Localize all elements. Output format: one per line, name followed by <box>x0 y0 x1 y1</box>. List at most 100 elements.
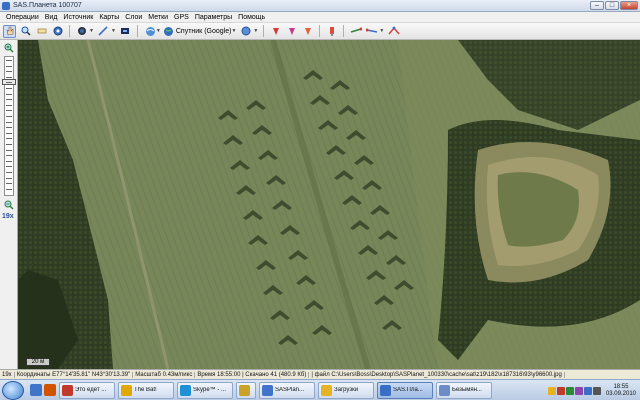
taskbar-item[interactable]: Skype™ - ... <box>177 381 233 399</box>
gps-track-button[interactable] <box>349 25 362 38</box>
menu-settings[interactable]: Параметры <box>195 14 232 21</box>
clock-time: 18:55 <box>613 383 629 390</box>
taskbar-item-active[interactable]: SAS.Пла... <box>377 381 433 399</box>
close-button[interactable]: × <box>620 1 638 10</box>
dropdown-arrow-icon[interactable]: ▼ <box>379 28 384 34</box>
status-scale: Масштаб 0.43м/пикс <box>133 371 196 378</box>
the-bat-icon <box>121 384 132 396</box>
menu-view[interactable]: Вид <box>45 14 58 21</box>
tray-icon[interactable] <box>547 386 556 395</box>
globe-icon <box>163 26 173 36</box>
zoom-tick <box>6 104 12 106</box>
zoom-tick <box>6 82 12 84</box>
status-bar: 19x Координаты E77°14'35.81" N43°30'13.3… <box>0 369 640 379</box>
satellite-imagery[interactable] <box>18 40 640 369</box>
minimize-button[interactable]: – <box>590 1 604 10</box>
gps-settings-icon <box>388 26 400 35</box>
show-desktop-icon[interactable] <box>30 384 42 396</box>
zoom-tick <box>6 144 12 145</box>
zoom-tick <box>6 155 12 157</box>
start-button[interactable] <box>2 380 24 400</box>
title-bar: SAS.Планета 100707 – □ × <box>0 0 640 12</box>
toolbar-separator <box>343 25 345 37</box>
zoom-tool-button[interactable] <box>19 25 32 38</box>
tray-icon[interactable] <box>574 386 583 395</box>
line-tool-button[interactable] <box>97 25 110 38</box>
zoom-tick <box>6 160 12 162</box>
zoom-level-label: 19x <box>2 213 14 220</box>
paint-icon <box>439 384 450 396</box>
gps-track-icon <box>350 27 362 33</box>
window-controls: – □ × <box>590 1 638 10</box>
maximize-button[interactable]: □ <box>605 1 619 10</box>
menu-maps[interactable]: Карты <box>99 14 119 21</box>
menu-help[interactable]: Помощь <box>238 14 265 21</box>
taskbar: Это едет ... The Bat! Skype™ - ... SASPl… <box>0 379 640 400</box>
zoom-tick <box>6 60 12 61</box>
volume-icon[interactable] <box>592 386 601 395</box>
tray-icon[interactable] <box>565 386 574 395</box>
move-tool-button[interactable] <box>3 24 16 38</box>
zoom-tick <box>6 88 12 89</box>
menu-source[interactable]: Источник <box>63 14 93 21</box>
zoom-slider-track[interactable] <box>2 56 16 196</box>
pin-icon <box>329 27 334 36</box>
zoom-tick <box>6 177 12 179</box>
map-source-selector[interactable]: ▼ Спутник (Google) ▼ <box>145 26 236 37</box>
earth-button[interactable] <box>75 25 88 38</box>
zoom-tick <box>6 127 12 129</box>
clock-date: 03.09.2010 <box>605 390 636 397</box>
zoom-tick <box>6 99 12 101</box>
map-view[interactable]: 20 м <box>18 40 640 369</box>
taskbar-item[interactable]: Это едет ... <box>59 381 115 399</box>
taskbar-item[interactable]: The Bat! <box>118 381 174 399</box>
select-area-button[interactable] <box>119 25 132 38</box>
tray-icon[interactable] <box>583 386 592 395</box>
pencil-icon <box>98 26 109 36</box>
taskbar-item[interactable] <box>236 381 256 399</box>
dropdown-arrow-icon[interactable]: ▼ <box>253 28 258 34</box>
ruler-tool-button[interactable] <box>35 25 48 38</box>
app-icon <box>239 384 250 396</box>
quick-launch <box>30 384 56 396</box>
zoom-tick <box>6 116 12 117</box>
taskbar-item[interactable]: Загрузки <box>318 381 374 399</box>
toolbar-separator <box>319 25 321 37</box>
taskbar-item[interactable]: Безымян... <box>436 381 492 399</box>
tray-icon[interactable] <box>556 386 565 395</box>
window-title: SAS.Планета 100707 <box>13 2 82 9</box>
status-zoom: 19x <box>0 371 15 378</box>
menu-gps[interactable]: GPS <box>174 14 189 21</box>
marks-edit-button[interactable] <box>285 25 298 38</box>
ruler-icon <box>37 28 46 34</box>
menu-bar: Операции Вид Источник Карты Слои Метки G… <box>0 12 640 23</box>
app-icon <box>2 1 10 10</box>
status-coordinates: Координаты E77°14'35.81" N43°30'13.39" <box>15 371 134 378</box>
marks-delete-button[interactable] <box>301 25 314 38</box>
clock[interactable]: 18:55 03.09.2010 <box>606 384 636 398</box>
taskbar-item[interactable]: SASPlan... <box>259 381 315 399</box>
layers-button[interactable] <box>239 25 252 38</box>
menu-layers[interactable]: Слои <box>125 14 142 21</box>
dropdown-arrow-icon[interactable]: ▼ <box>89 28 94 34</box>
mark-pin-button[interactable] <box>325 25 338 38</box>
marks-delete-icon <box>304 28 311 35</box>
dropdown-arrow-icon: ▼ <box>155 28 161 34</box>
zoom-in-icon[interactable] <box>4 43 14 53</box>
zoom-out-icon[interactable] <box>4 200 14 210</box>
browser-icon[interactable] <box>44 384 56 396</box>
zoom-tick <box>6 65 12 67</box>
globe-settings-button[interactable] <box>51 25 64 38</box>
zoom-tick <box>6 172 12 173</box>
menu-operations[interactable]: Операции <box>6 14 39 21</box>
gear-globe-icon <box>53 26 62 36</box>
folder-icon <box>262 384 273 396</box>
select-rect-icon <box>121 28 130 34</box>
gps-settings-button[interactable] <box>387 25 400 38</box>
menu-marks[interactable]: Метки <box>148 14 168 21</box>
zoom-tick <box>6 121 12 123</box>
gps-connect-button[interactable] <box>365 25 378 38</box>
marks-button[interactable] <box>269 25 282 38</box>
dropdown-arrow-icon[interactable]: ▼ <box>111 28 116 34</box>
status-time-downloads: Время 18:55:00 | Скачано 41 (480.9 Кб) <box>195 371 310 378</box>
